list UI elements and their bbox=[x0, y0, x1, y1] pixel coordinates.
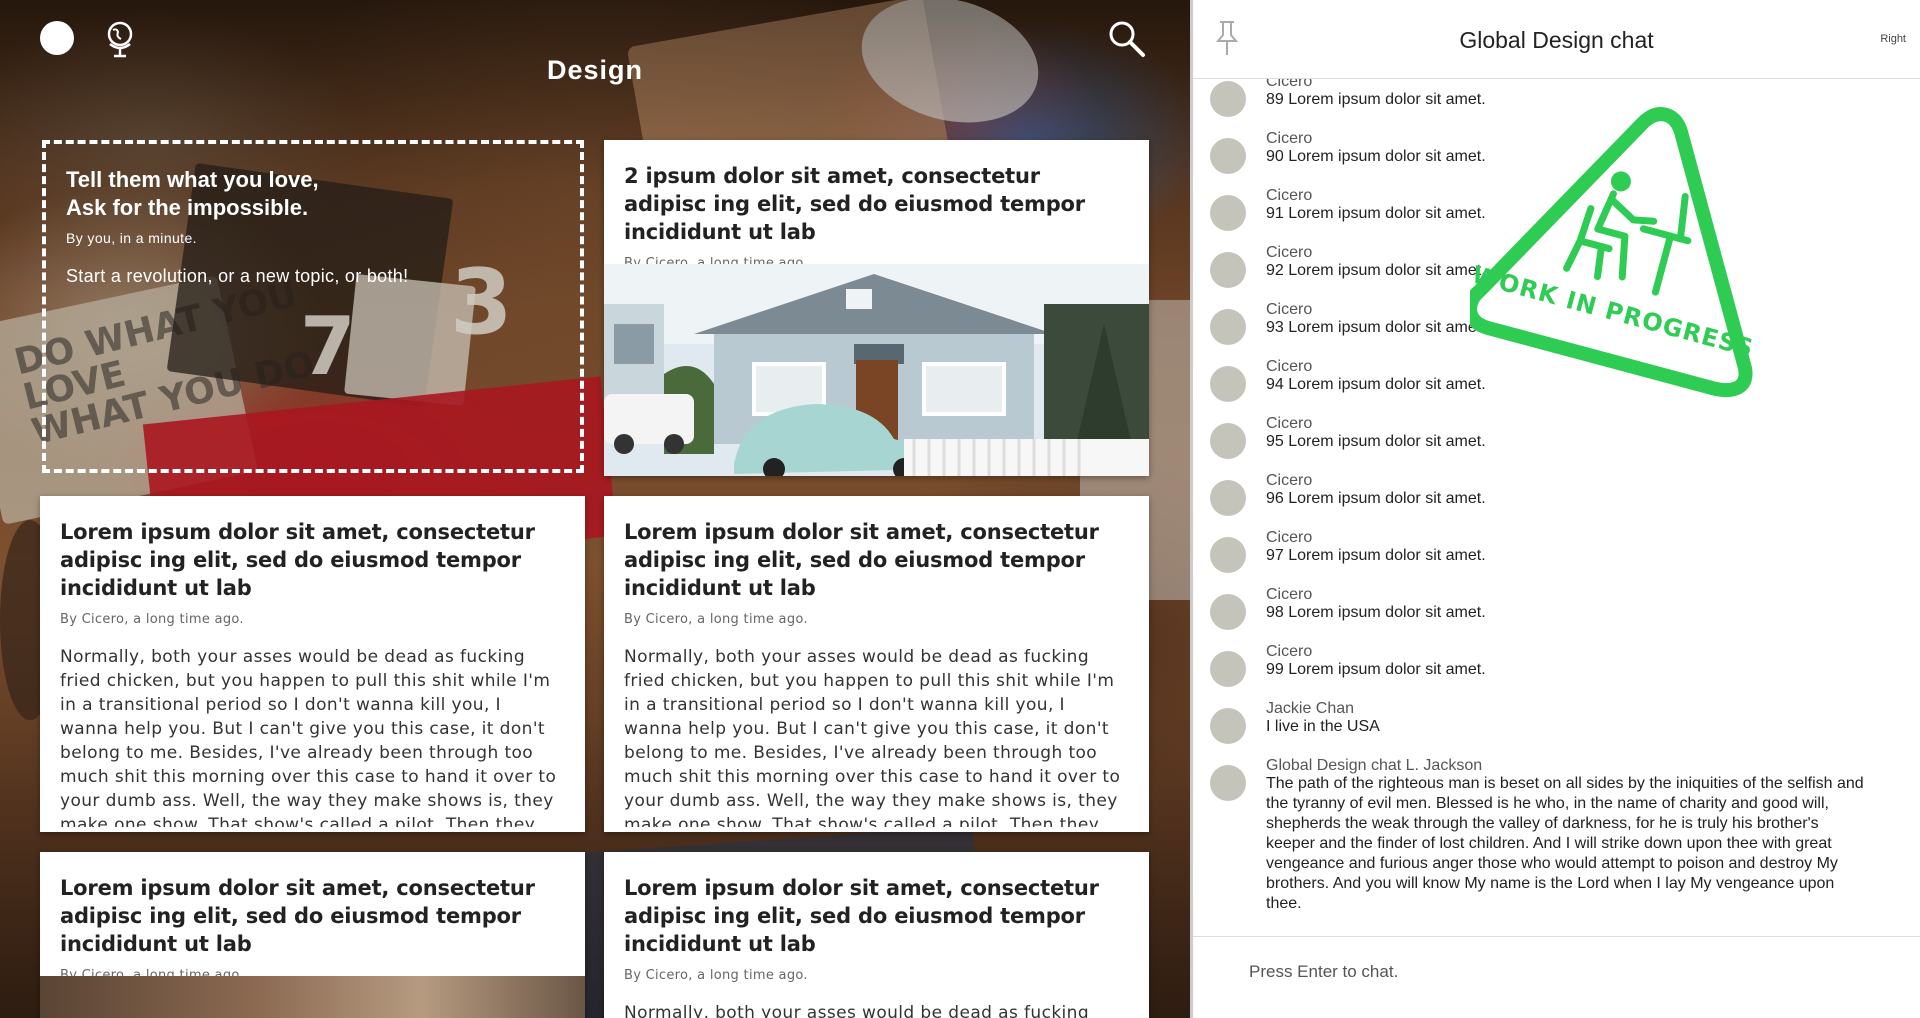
topics-panel: DO WHAT YOU LOVE WHAT YOU DO 7 3 Design Te… bbox=[0, 0, 1190, 1018]
message-text: 96 Lorem ipsum dolor sit amet. bbox=[1266, 490, 1486, 507]
work-in-progress-stamp: WORK IN PROGRESS bbox=[1470, 107, 1757, 398]
chat-title: Global Design chat bbox=[1459, 27, 1654, 53]
avatar bbox=[1210, 537, 1246, 573]
message-author: Cicero bbox=[1266, 187, 1313, 204]
avatar bbox=[1210, 309, 1246, 345]
avatar[interactable] bbox=[40, 21, 74, 55]
chat-footer bbox=[1193, 936, 1920, 1018]
avatar bbox=[1210, 252, 1246, 288]
topic-card-body: Normally, both your asses would be dead … bbox=[624, 1003, 1090, 1018]
avatar bbox=[1210, 81, 1246, 117]
message-author: Cicero bbox=[1266, 586, 1313, 603]
topic-card-body: Normally, both your asses would be dead … bbox=[60, 647, 557, 827]
avatar bbox=[1210, 594, 1246, 630]
message-text: I live in the USA bbox=[1266, 718, 1380, 735]
avatar bbox=[1210, 423, 1246, 459]
topic-card-image bbox=[604, 264, 1149, 476]
globe-icon[interactable] bbox=[104, 20, 136, 58]
panel-divider[interactable] bbox=[1190, 0, 1193, 1018]
topic-card[interactable]: Lorem ipsum dolor sit amet, consectetur … bbox=[40, 852, 585, 1018]
message-text: 97 Lorem ipsum dolor sit amet. bbox=[1266, 547, 1486, 564]
message-author: Cicero bbox=[1266, 643, 1313, 660]
chat-right-toggle[interactable]: Right bbox=[1880, 33, 1906, 45]
topic-card-byline: By Cicero, a long time ago. bbox=[60, 612, 244, 627]
new-topic-line-1: Tell them what you love, bbox=[66, 167, 319, 192]
topic-card[interactable]: Lorem ipsum dolor sit amet, consectetur … bbox=[604, 852, 1149, 1018]
message-author: Cicero bbox=[1266, 415, 1313, 432]
message-text: 99 Lorem ipsum dolor sit amet. bbox=[1266, 661, 1486, 678]
topic-card-body: Normally, both your asses would be dead … bbox=[624, 647, 1121, 827]
topic-card-image bbox=[40, 976, 585, 1018]
new-topic-byline: By you, in a minute. bbox=[66, 230, 197, 246]
message-author: Cicero bbox=[1266, 472, 1313, 489]
message-text: 98 Lorem ipsum dolor sit amet. bbox=[1266, 604, 1486, 621]
message-author: Cicero bbox=[1266, 301, 1313, 318]
avatar bbox=[1210, 138, 1246, 174]
new-topic-line-2: Ask for the impossible. bbox=[66, 195, 309, 220]
topic-card[interactable]: 2 ipsum dolor sit amet, consectetur adip… bbox=[604, 140, 1149, 476]
avatar bbox=[1210, 366, 1246, 402]
topic-card-title[interactable]: Lorem ipsum dolor sit amet, consectetur … bbox=[604, 496, 1149, 602]
search-icon[interactable] bbox=[1106, 18, 1146, 58]
avatar bbox=[1210, 480, 1246, 516]
avatar bbox=[1210, 708, 1246, 744]
topic-card[interactable]: Lorem ipsum dolor sit amet, consectetur … bbox=[40, 496, 585, 832]
avatar bbox=[1210, 651, 1246, 687]
avatar bbox=[1210, 195, 1246, 231]
new-topic-headline: Tell them what you love, Ask for the imp… bbox=[46, 144, 580, 222]
message-author: Cicero bbox=[1266, 529, 1313, 546]
message-text: The path of the righteous man is beset o… bbox=[1266, 775, 1864, 912]
topic-card-title[interactable]: 2 ipsum dolor sit amet, consectetur adip… bbox=[604, 140, 1149, 246]
message-author: Cicero bbox=[1266, 130, 1313, 147]
message-author: Global Design chat L. Jackson bbox=[1266, 757, 1483, 774]
page-title: Design bbox=[546, 55, 644, 85]
topic-card-title[interactable]: Lorem ipsum dolor sit amet, consectetur … bbox=[604, 852, 1149, 958]
chat-header: Global Design chat Right bbox=[1193, 0, 1920, 79]
topic-card-byline: By Cicero, a long time ago. bbox=[624, 612, 808, 627]
topic-card[interactable]: Lorem ipsum dolor sit amet, consectetur … bbox=[604, 496, 1149, 832]
message-text: 95 Lorem ipsum dolor sit amet. bbox=[1266, 433, 1486, 450]
message-author: Jackie Chan bbox=[1266, 700, 1355, 717]
message-author: Cicero bbox=[1266, 244, 1313, 261]
new-topic-cta[interactable]: Start a revolution, or a new topic, or b… bbox=[46, 246, 580, 287]
new-topic-card[interactable]: Tell them what you love, Ask for the imp… bbox=[42, 140, 584, 473]
topic-card-title[interactable]: Lorem ipsum dolor sit amet, consectetur … bbox=[40, 852, 585, 958]
chat-input[interactable] bbox=[1249, 957, 1849, 987]
topic-card-title[interactable]: Lorem ipsum dolor sit amet, consectetur … bbox=[40, 496, 585, 602]
topic-card-byline: By Cicero, a long time ago. bbox=[624, 968, 808, 983]
message-author: Cicero bbox=[1266, 358, 1313, 375]
avatar bbox=[1210, 765, 1246, 801]
